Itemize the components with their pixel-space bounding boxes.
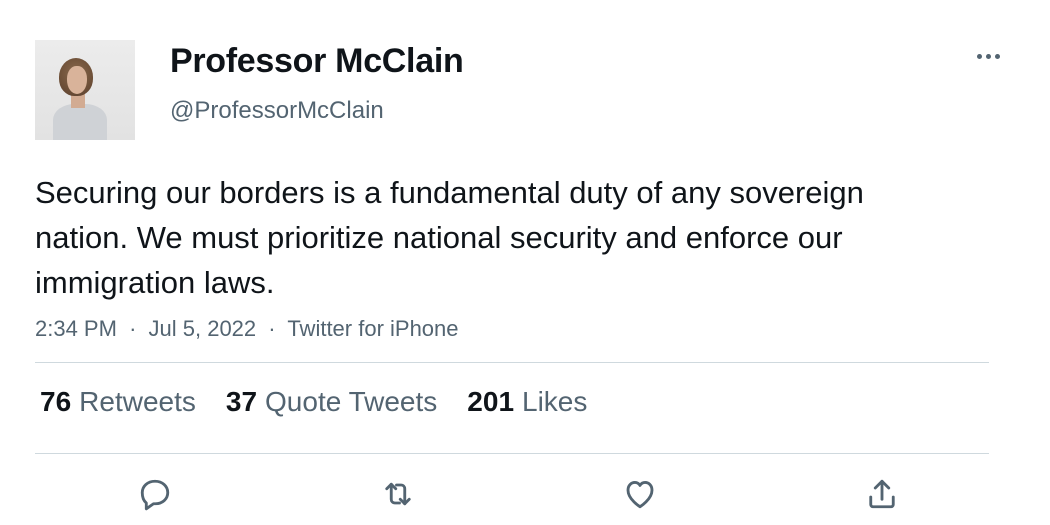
tweet-time[interactable]: 2:34 PM [35, 316, 117, 341]
share-icon [869, 479, 895, 509]
retweets-stat[interactable]: 76 Retweets [40, 386, 196, 418]
more-dot [976, 53, 982, 59]
likes-stat[interactable]: 201 Likes [467, 386, 587, 418]
retweet-button[interactable] [378, 474, 418, 514]
meta-separator: · [268, 316, 276, 341]
author-handle[interactable]: @ProfessorMcClain [170, 97, 384, 125]
quote-tweets-label: Quote Tweets [265, 386, 438, 417]
likes-count: 201 [467, 386, 515, 417]
reply-icon [140, 479, 170, 511]
more-options-icon[interactable] [972, 42, 1004, 70]
author-name[interactable]: Professor McClain [170, 42, 464, 81]
retweet-icon [385, 482, 411, 506]
divider [35, 362, 989, 363]
like-button[interactable] [620, 474, 660, 514]
avatar-shoulders [53, 104, 107, 140]
engagement-stats: 76 Retweets 37 Quote Tweets 201 Likes [40, 386, 587, 418]
share-button[interactable] [862, 474, 902, 514]
more-dot [994, 53, 1000, 59]
quote-tweets-count: 37 [225, 386, 258, 417]
like-icon [626, 481, 654, 509]
tweet-text: Securing our borders is a fundamental du… [35, 175, 864, 300]
tweet-meta: 2:34 PM · Jul 5, 2022 · Twitter for iPho… [35, 316, 459, 342]
meta-separator: · [129, 316, 137, 341]
tweet-source[interactable]: Twitter for iPhone [287, 316, 458, 341]
retweets-label: Retweets [79, 386, 196, 417]
avatar-face [67, 66, 87, 94]
quote-tweets-stat[interactable]: 37 Quote Tweets [226, 386, 437, 418]
divider [35, 453, 989, 454]
reply-button[interactable] [135, 474, 175, 514]
tweet-date[interactable]: Jul 5, 2022 [149, 316, 257, 341]
more-dot [985, 53, 991, 59]
avatar[interactable] [35, 40, 135, 140]
retweets-count: 76 [40, 386, 72, 417]
likes-label: Likes [522, 386, 588, 417]
